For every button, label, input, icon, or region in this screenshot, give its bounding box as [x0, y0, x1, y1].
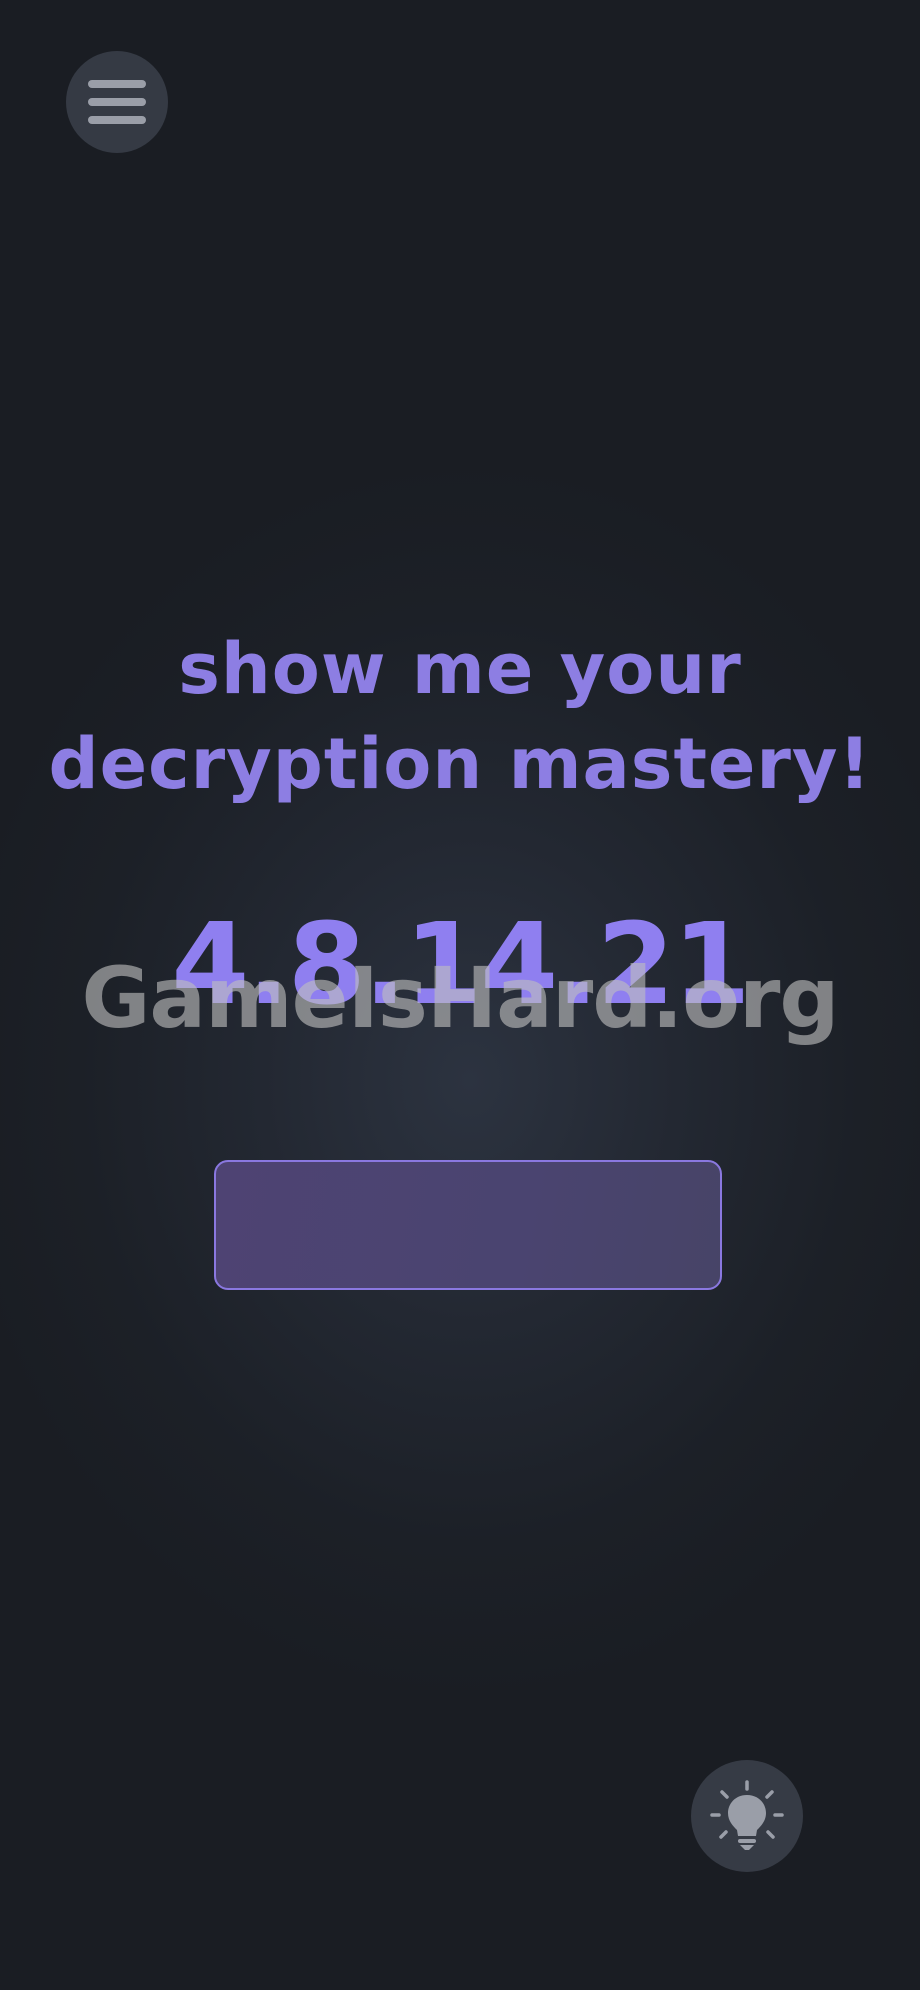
prompt-line-1: show me your: [178, 628, 742, 710]
prompt-line-2: decryption mastery!: [48, 723, 872, 805]
answer-input[interactable]: [214, 1160, 722, 1290]
puzzle-prompt: show me your decryption mastery!: [0, 622, 920, 812]
hint-button[interactable]: [691, 1760, 803, 1872]
lightbulb-icon: [710, 1780, 784, 1850]
menu-button[interactable]: [66, 51, 168, 153]
hamburger-menu-icon: [88, 80, 146, 124]
watermark: GameIsHard.org: [81, 949, 839, 1047]
